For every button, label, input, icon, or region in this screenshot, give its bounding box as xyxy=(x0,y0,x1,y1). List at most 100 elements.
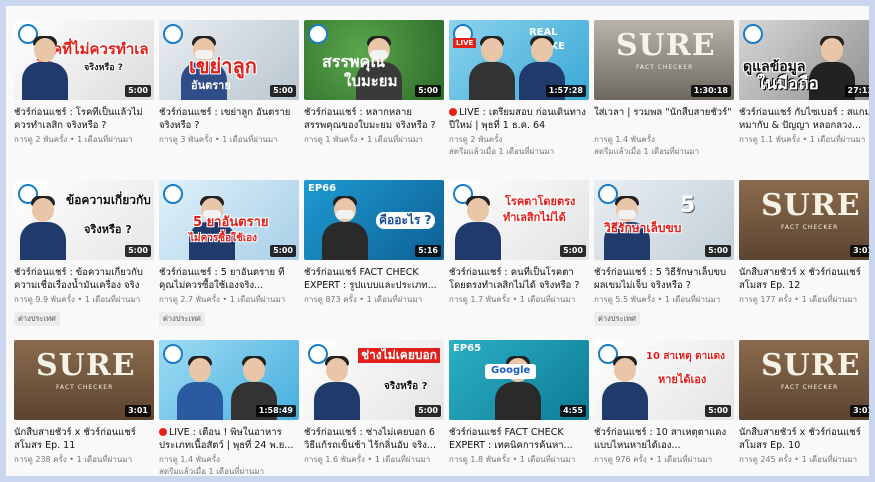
video-grid: โรคที่ไม่ควรทำเลสิก จริงหรือ ? 5:00 ชัวร… xyxy=(14,20,869,476)
video-thumbnail[interactable]: SURE FACT CHECKER 1:30:18 xyxy=(594,20,734,100)
video-title[interactable]: ชัวร์ก่อนแชร์ : ข้อความเกี่ยวกับความเชื่… xyxy=(14,266,154,292)
video-card[interactable]: ข้อความเกี่ยวกับ จริงหรือ ? 5:00 ชัวร์ก่… xyxy=(14,180,154,330)
video-title[interactable]: ชัวร์ก่อนแชร์ : คนที่เป็นโรคตา โดยตรงทำเ… xyxy=(449,266,589,292)
thumbnail-subtext: อันตราย xyxy=(191,79,231,92)
video-title[interactable]: ชัวร์ก่อนแชร์ : 10 สาเหตุตาแดง แบบไหนหาย… xyxy=(594,426,734,452)
video-card[interactable]: 5 ยาอันตราย ไม่ควรซื้อใช้เอง 5:00 ชัวร์ก… xyxy=(159,180,299,330)
video-thumbnail[interactable]: LIVE REAL FAKE 1:57:28 xyxy=(449,20,589,100)
video-thumbnail[interactable]: ข้อความเกี่ยวกับ จริงหรือ ? 5:00 xyxy=(14,180,154,260)
video-card[interactable]: SURE FACT CHECKER 3:01 นักสืบสายชัวร์ x … xyxy=(739,180,869,330)
thumbnail-headline: SURE xyxy=(36,348,136,383)
upload-age: 1 เดือนที่ผ่านมา xyxy=(519,455,576,464)
thumbnail-subtext: FACT CHECKER xyxy=(56,384,114,391)
category-tag[interactable]: ต่างประเทศ xyxy=(594,312,640,326)
channel-logo-icon xyxy=(163,184,183,204)
video-card[interactable]: SURE FACT CHECKER 3:01 นักสืบสายชัวร์ x … xyxy=(14,340,154,476)
thumbnail-headline: สรรพคุณ xyxy=(322,52,386,71)
video-thumbnail[interactable]: 1:58:49 xyxy=(159,340,299,420)
video-card[interactable]: โรคที่ไม่ควรทำเลสิก จริงหรือ ? 5:00 ชัวร… xyxy=(14,20,154,170)
video-thumbnail[interactable]: EP65 Google 4:55 xyxy=(449,340,589,420)
upload-age: 1 เดือนที่ผ่านมา xyxy=(229,295,286,304)
video-title[interactable]: ชัวร์ก่อนแชร์ : หลากหลายสรรพคุณของใบมะยม… xyxy=(304,106,444,132)
video-thumbnail[interactable]: SURE FACT CHECKER 3:01 xyxy=(739,180,869,260)
video-title[interactable]: LIVE : เตือน ! พิษในอาหาร ประเภทเนื้อสัต… xyxy=(159,426,299,452)
video-thumbnail[interactable]: ดูแลข้อมูล ในมือถือ 27:13 xyxy=(739,20,869,100)
video-card[interactable]: 5 วิธีรักษาเล็บขบ 5:00 ชัวร์ก่อนแชร์ : 5… xyxy=(594,180,734,330)
video-title[interactable]: นักสืบสายชัวร์ x ชัวร์ก่อนแชร์ สโมสร Ep.… xyxy=(14,426,154,452)
video-thumbnail[interactable]: 10 สาเหตุ ตาแดง หายได้เอง 5:00 xyxy=(594,340,734,420)
upload-age: 1 เดือนที่ผ่านมา xyxy=(809,135,866,144)
video-card[interactable]: SURE FACT CHECKER 1:30:18 ใส่เวลา | รวมพ… xyxy=(594,20,734,170)
video-title[interactable]: ชัวร์ก่อนแชร์ FACT CHECK EXPERT : เทคนิค… xyxy=(449,426,589,452)
video-title[interactable]: นักสืบสายชัวร์ x ชัวร์ก่อนแชร์ สโมสร Ep.… xyxy=(739,266,869,292)
video-title[interactable]: นักสืบสายชัวร์ x ชัวร์ก่อนแชร์ สโมสร Ep.… xyxy=(739,426,869,452)
view-count: การดู 873 ครั้ง xyxy=(304,295,357,304)
upload-age: 1 เดือนที่ผ่านมา xyxy=(366,295,423,304)
view-count: การดู 1.7 พันครั้ง xyxy=(449,295,510,304)
view-count: การดู 177 ครั้ง xyxy=(739,295,792,304)
video-card[interactable]: ช่างไม่เคยบอก จริงหรือ ? 5:00 ชัวร์ก่อนแ… xyxy=(304,340,444,476)
view-count: การดู 1.1 พันครั้ง xyxy=(739,135,800,144)
thumbnail-headline: 5 xyxy=(680,193,696,218)
upload-age: 1 เดือนที่ผ่านมา xyxy=(801,455,858,464)
video-title[interactable]: ชัวร์ก่อนแชร์ : โรคที่เป็นแล้วไม่ควรทำเล… xyxy=(14,106,154,132)
video-title[interactable]: ชัวร์ก่อนแชร์ FACT CHECK EXPERT : รูปแบบ… xyxy=(304,266,444,292)
video-thumbnail[interactable]: SURE FACT CHECKER 3:01 xyxy=(739,340,869,420)
view-count: การดู 1.8 พันครั้ง xyxy=(449,455,510,464)
video-title[interactable]: ชัวร์ก่อนแชร์ : เขย่าลูก อันตราย จริงหรื… xyxy=(159,106,299,132)
video-card[interactable]: 10 สาเหตุ ตาแดง หายได้เอง 5:00 ชัวร์ก่อน… xyxy=(594,340,734,476)
upload-age: 1 เดือนที่ผ่านมา xyxy=(84,295,141,304)
video-card[interactable]: โรคตาโดยตรง ทำเลสิกไม่ได้ 5:00 ชัวร์ก่อน… xyxy=(449,180,589,330)
video-card[interactable]: 1:58:49 LIVE : เตือน ! พิษในอาหาร ประเภท… xyxy=(159,340,299,476)
video-card[interactable]: เขย่าลูก อันตราย 5:00 ชัวร์ก่อนแชร์ : เข… xyxy=(159,20,299,170)
view-count: การดู 976 ครั้ง xyxy=(594,455,647,464)
video-card[interactable]: EP65 Google 4:55 ชัวร์ก่อนแชร์ FACT CHEC… xyxy=(449,340,589,476)
video-thumbnail[interactable]: ช่างไม่เคยบอก จริงหรือ ? 5:00 xyxy=(304,340,444,420)
video-title[interactable]: ชัวร์ก่อนแชร์ : ช่างไม่เคยบอก 6 วิธีแก้ร… xyxy=(304,426,444,452)
video-thumbnail[interactable]: 5 วิธีรักษาเล็บขบ 5:00 xyxy=(594,180,734,260)
video-title[interactable]: ชัวร์ก่อนแชร์ กับไซเบอร์ : สแกมหมากับ & … xyxy=(739,106,869,132)
video-title[interactable]: ชัวร์ก่อนแชร์ : 5 ยาอันตราย ที่คุณไม่ควร… xyxy=(159,266,299,292)
thumbnail-subtext: FACT CHECKER xyxy=(636,64,694,71)
category-tag[interactable]: ต่างประเทศ xyxy=(14,312,60,326)
video-title[interactable]: ชัวร์ก่อนแชร์ : 5 วิธีรักษาเล็บขบ ผลเขมไ… xyxy=(594,266,734,292)
video-card[interactable]: EP66 คืออะไร ? 5:16 ชัวร์ก่อนแชร์ FACT C… xyxy=(304,180,444,330)
video-meta: การดู 9.9 พันครั้ง • 1 เดือนที่ผ่านมา xyxy=(14,295,141,304)
video-thumbnail[interactable]: 5 ยาอันตราย ไม่ควรซื้อใช้เอง 5:00 xyxy=(159,180,299,260)
thumbnail-headline: 5 ยาอันตราย xyxy=(193,215,269,230)
view-count: การดู 1 พันครั้ง xyxy=(304,135,358,144)
view-count: การดู 245 ครั้ง xyxy=(739,455,792,464)
video-thumbnail[interactable]: เขย่าลูก อันตราย 5:00 xyxy=(159,20,299,100)
live-indicator-icon xyxy=(449,108,457,116)
video-title[interactable]: LIVE : เตรียมสอบ ก่อนเดินทางปีใหม่ | พุธ… xyxy=(449,106,589,132)
duration-badge: 5:00 xyxy=(125,245,151,257)
video-thumbnail[interactable]: EP66 คืออะไร ? 5:16 xyxy=(304,180,444,260)
thumbnail-headline: โรคตาโดยตรง xyxy=(505,195,576,208)
upload-age: สตรีมแล้วเมื่อ 1 เดือนที่ผ่านมา xyxy=(594,147,700,156)
video-meta: การดู 245 ครั้ง • 1 เดือนที่ผ่านมา xyxy=(739,455,858,464)
upload-age: 1 เดือนที่ผ่านมา xyxy=(664,295,721,304)
upload-age: 1 เดือนที่ผ่านมา xyxy=(77,135,133,144)
video-card[interactable]: SURE FACT CHECKER 3:01 นักสืบสายชัวร์ x … xyxy=(739,340,869,476)
video-thumbnail[interactable]: SURE FACT CHECKER 3:01 xyxy=(14,340,154,420)
view-count: การดู 238 ครั้ง xyxy=(14,455,67,464)
video-meta: การดู 1.6 พันครั้ง • 1 เดือนที่ผ่านมา xyxy=(304,455,431,464)
video-card[interactable]: LIVE REAL FAKE 1:57:28 LIVE : เตรียมสอบ … xyxy=(449,20,589,170)
video-card[interactable]: ดูแลข้อมูล ในมือถือ 27:13 ชัวร์ก่อนแชร์ … xyxy=(739,20,869,170)
thumbnail-subtext: ไม่ควรซื้อใช้เอง xyxy=(189,233,258,244)
video-meta: การดู 976 ครั้ง • 1 เดือนที่ผ่านมา xyxy=(594,455,713,464)
video-thumbnail[interactable]: โรคตาโดยตรง ทำเลสิกไม่ได้ 5:00 xyxy=(449,180,589,260)
thumbnail-subtext: ใบมะยม xyxy=(344,72,398,90)
video-thumbnail[interactable]: โรคที่ไม่ควรทำเลสิก จริงหรือ ? 5:00 xyxy=(14,20,154,100)
category-tag[interactable]: ต่างประเทศ xyxy=(159,312,205,326)
upload-age: 1 เดือนที่ผ่านมา xyxy=(374,455,431,464)
channel-logo-icon xyxy=(743,24,763,44)
upload-age: 1 เดือนที่ผ่านมา xyxy=(76,455,133,464)
video-thumbnail[interactable]: สรรพคุณ ใบมะยม 5:00 xyxy=(304,20,444,100)
thumbnail-subtext: Google xyxy=(485,364,537,379)
thumbnail-subtext: ในมือถือ xyxy=(757,74,819,94)
video-meta: การดู 1.1 พันครั้ง • 1 เดือนที่ผ่านมา xyxy=(739,135,866,144)
video-card[interactable]: สรรพคุณ ใบมะยม 5:00 ชัวร์ก่อนแชร์ : หลาก… xyxy=(304,20,444,170)
thumbnail-subtext: จริงหรือ ? xyxy=(384,381,428,392)
video-title[interactable]: ใส่เวลา | รวมพล "นักสืบสายชัวร์" xyxy=(594,106,734,132)
